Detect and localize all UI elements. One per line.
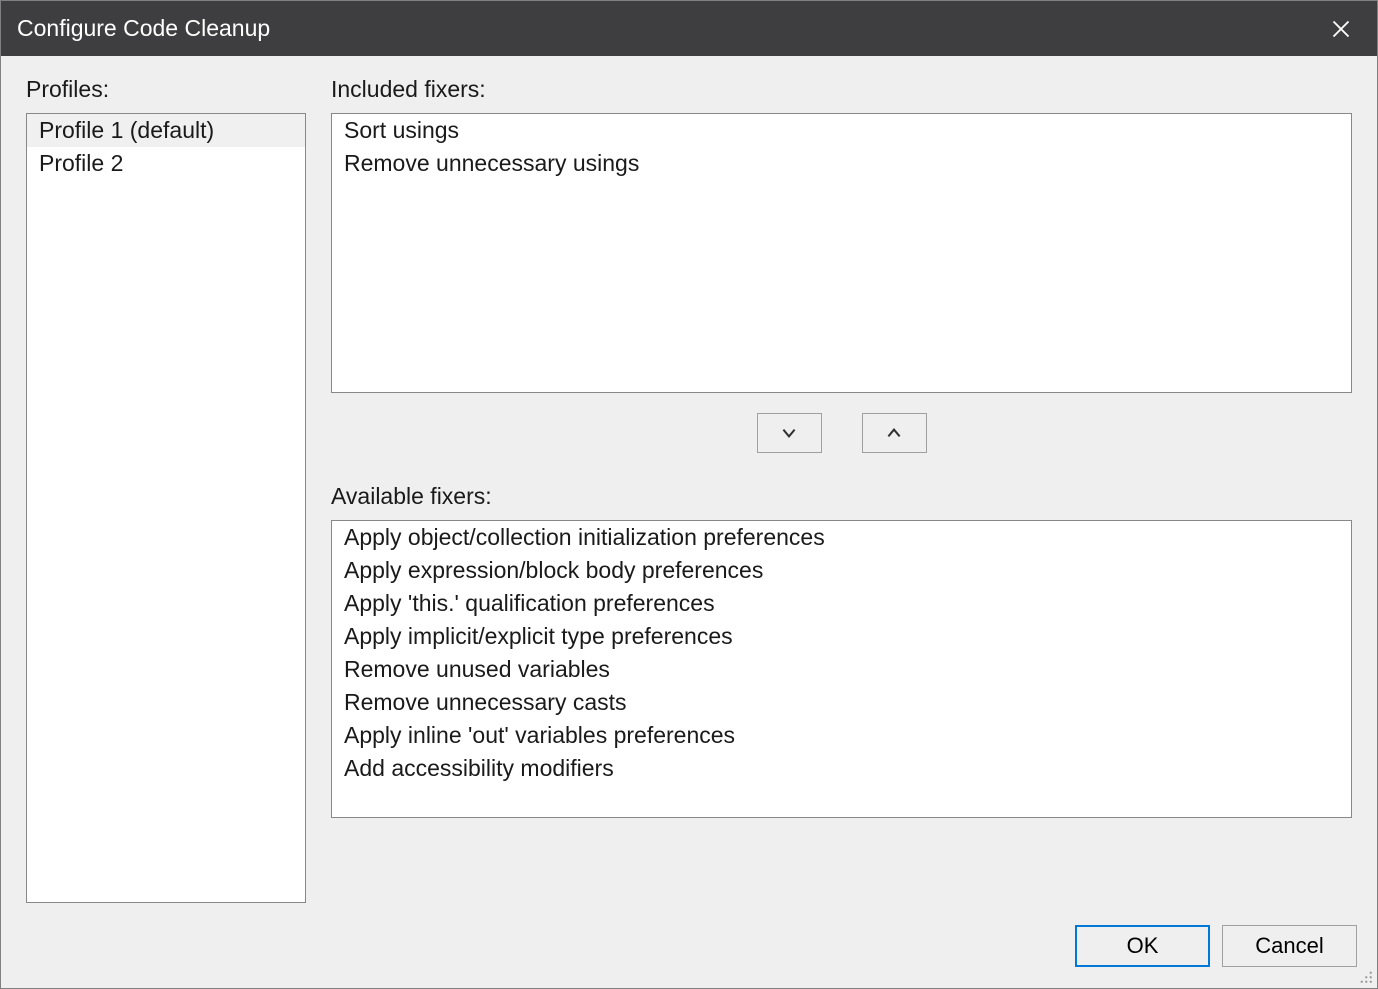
profiles-column: Profiles: Profile 1 (default)Profile 2 bbox=[26, 76, 306, 903]
profile-item[interactable]: Profile 1 (default) bbox=[27, 114, 305, 147]
move-buttons-row bbox=[331, 413, 1352, 453]
footer: OK Cancel bbox=[1, 903, 1377, 988]
available-fixer-item[interactable]: Apply 'this.' qualification preferences bbox=[332, 587, 1351, 620]
profiles-label: Profiles: bbox=[26, 76, 306, 103]
fixers-column: Included fixers: Sort usingsRemove unnec… bbox=[331, 76, 1352, 903]
available-fixer-item[interactable]: Apply inline 'out' variables preferences bbox=[332, 719, 1351, 752]
included-fixers-list[interactable]: Sort usingsRemove unnecessary usings bbox=[331, 113, 1352, 393]
available-fixer-item[interactable]: Apply object/collection initialization p… bbox=[332, 521, 1351, 554]
dialog-title: Configure Code Cleanup bbox=[17, 15, 270, 42]
chevron-down-icon bbox=[780, 424, 798, 442]
included-fixers-label: Included fixers: bbox=[331, 76, 1352, 103]
dialog-window: Configure Code Cleanup Profiles: Profile… bbox=[0, 0, 1378, 989]
close-button[interactable] bbox=[1321, 9, 1361, 49]
resize-grip-icon[interactable] bbox=[1355, 966, 1373, 984]
profiles-list[interactable]: Profile 1 (default)Profile 2 bbox=[26, 113, 306, 903]
available-fixer-item[interactable]: Apply implicit/explicit type preferences bbox=[332, 620, 1351, 653]
available-fixers-list[interactable]: Apply object/collection initialization p… bbox=[331, 520, 1352, 818]
available-fixer-item[interactable]: Remove unused variables bbox=[332, 653, 1351, 686]
cancel-button[interactable]: Cancel bbox=[1222, 925, 1357, 967]
available-fixer-item[interactable]: Apply expression/block body preferences bbox=[332, 554, 1351, 587]
content-area: Profiles: Profile 1 (default)Profile 2 I… bbox=[1, 56, 1377, 903]
move-up-button[interactable] bbox=[862, 413, 927, 453]
included-fixer-item[interactable]: Sort usings bbox=[332, 114, 1351, 147]
profile-item[interactable]: Profile 2 bbox=[27, 147, 305, 180]
available-fixers-label: Available fixers: bbox=[331, 483, 1352, 510]
included-fixer-item[interactable]: Remove unnecessary usings bbox=[332, 147, 1351, 180]
available-fixer-item[interactable]: Remove unnecessary casts bbox=[332, 686, 1351, 719]
titlebar: Configure Code Cleanup bbox=[1, 1, 1377, 56]
ok-button[interactable]: OK bbox=[1075, 925, 1210, 967]
available-fixer-item[interactable]: Add accessibility modifiers bbox=[332, 752, 1351, 785]
move-down-button[interactable] bbox=[757, 413, 822, 453]
close-icon bbox=[1331, 19, 1351, 39]
chevron-up-icon bbox=[885, 424, 903, 442]
